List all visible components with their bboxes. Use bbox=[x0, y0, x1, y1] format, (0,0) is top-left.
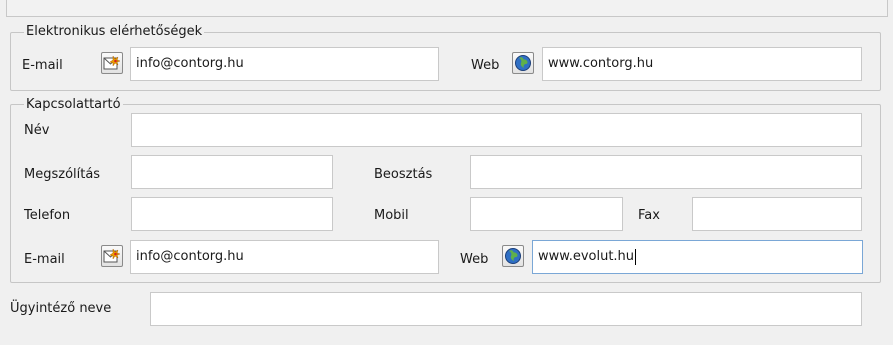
electronic-contacts-legend: Elektronikus elérhetőségek bbox=[24, 24, 205, 40]
top-panel-edge bbox=[6, 0, 888, 17]
contact-email-icon[interactable] bbox=[101, 245, 123, 267]
name-field[interactable] bbox=[131, 113, 862, 147]
agent-name-field[interactable] bbox=[150, 292, 862, 326]
fax-field[interactable] bbox=[692, 197, 862, 231]
mobile-field[interactable] bbox=[470, 197, 623, 231]
mobile-label: Mobil bbox=[374, 208, 409, 223]
phone-label: Telefon bbox=[24, 208, 71, 223]
email-icon[interactable] bbox=[101, 52, 123, 74]
phone-field[interactable] bbox=[131, 197, 333, 231]
globe-icon[interactable] bbox=[512, 52, 534, 74]
salutation-field[interactable] bbox=[131, 155, 333, 189]
contact-web-value: www.evolut.hu bbox=[538, 249, 635, 264]
contact-web-field[interactable]: www.evolut.hu bbox=[532, 240, 863, 274]
contact-email-field[interactable]: info@contorg.hu bbox=[130, 240, 439, 274]
contact-email-label: E-mail bbox=[24, 252, 65, 267]
position-label: Beosztás bbox=[374, 167, 433, 182]
agent-name-label: Ügyintéző neve bbox=[10, 301, 112, 316]
contact-person-legend: Kapcsolattartó bbox=[24, 97, 123, 113]
web-label: Web bbox=[471, 58, 500, 73]
email-label: E-mail bbox=[22, 58, 63, 73]
name-label: Név bbox=[24, 123, 50, 138]
contact-globe-icon[interactable] bbox=[502, 245, 524, 267]
fax-label: Fax bbox=[638, 208, 660, 223]
text-caret bbox=[635, 248, 637, 265]
web-field[interactable]: www.contorg.hu bbox=[542, 47, 862, 81]
email-field[interactable]: info@contorg.hu bbox=[130, 47, 439, 81]
contact-web-label: Web bbox=[460, 252, 489, 267]
position-field[interactable] bbox=[470, 155, 862, 189]
salutation-label: Megszólítás bbox=[24, 167, 101, 182]
